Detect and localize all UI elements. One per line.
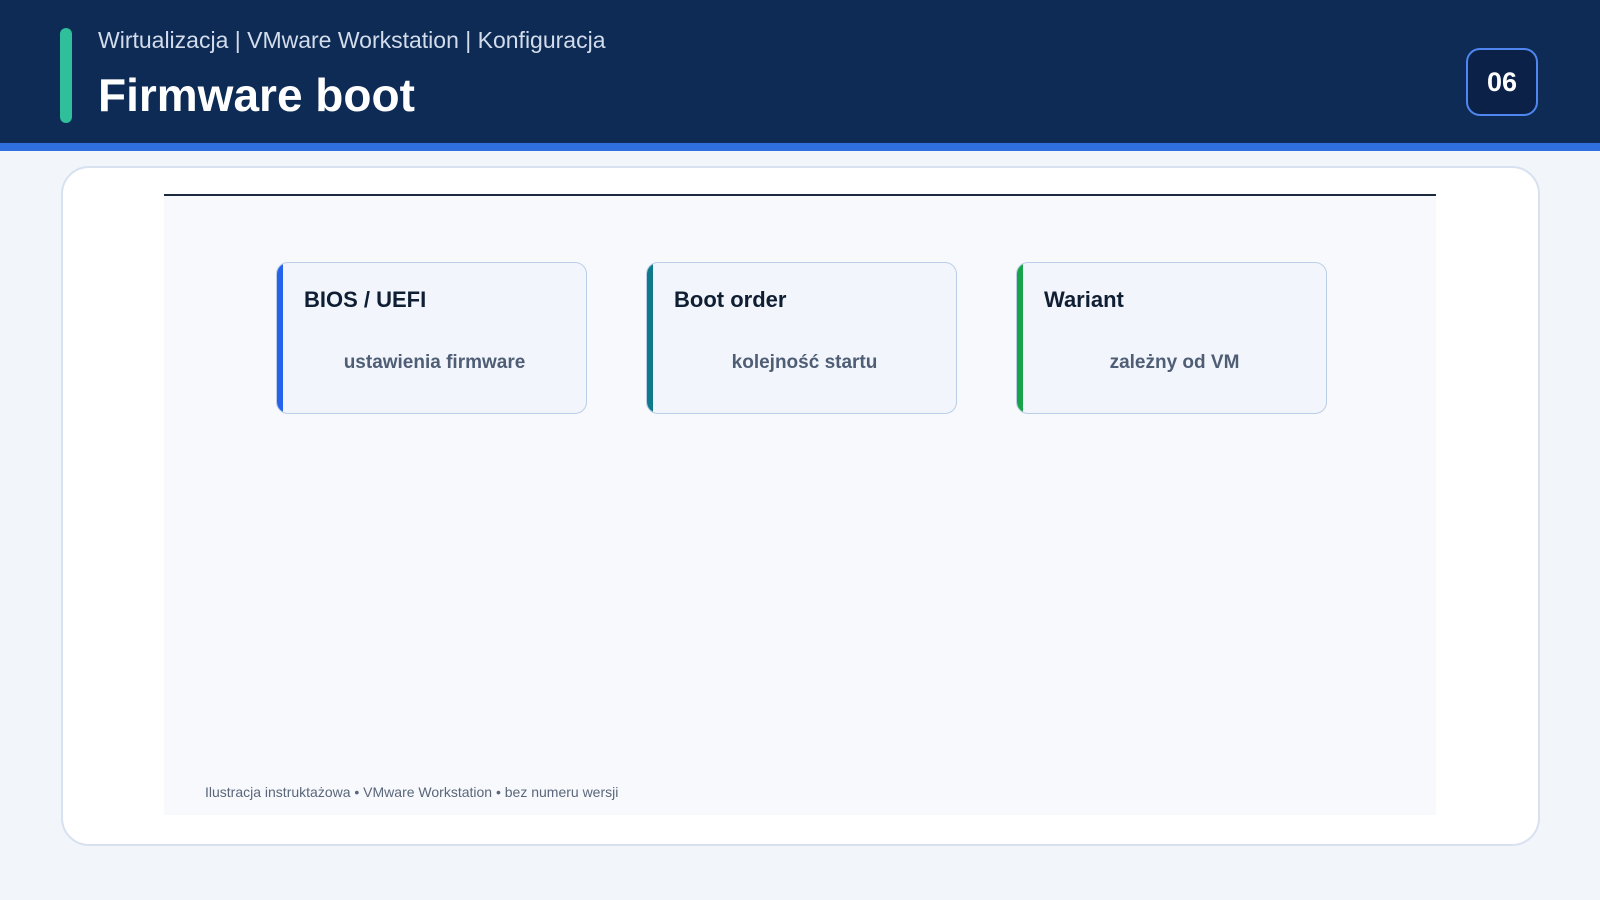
footnote: Ilustracja instruktażowa • VMware Workst… [205,784,619,800]
card-value: ustawienia firmware [343,352,526,373]
page-title: Firmware boot [98,69,415,121]
card-bios-uefi: BIOS / UEFI ustawienia firmware [276,262,587,414]
card-accent-stripe [1017,263,1023,413]
breadcrumb: Wirtualizacja | VMware Workstation | Kon… [98,27,606,53]
card-value: zależny od VM [1109,352,1240,373]
card-boot-order: Boot order kolejność startu [646,262,957,414]
header-accent-line [0,143,1600,151]
header-marker [60,28,72,123]
slide-number-badge: 06 [1466,48,1538,116]
card-title: Wariant [1044,287,1124,312]
card-accent-stripe [277,263,283,413]
card-value: kolejność startu [731,352,878,373]
card-accent-stripe [647,263,653,413]
card-wariant: Wariant zależny od VM [1016,262,1327,414]
card-title: Boot order [674,287,787,312]
card-title: BIOS / UEFI [304,287,427,312]
